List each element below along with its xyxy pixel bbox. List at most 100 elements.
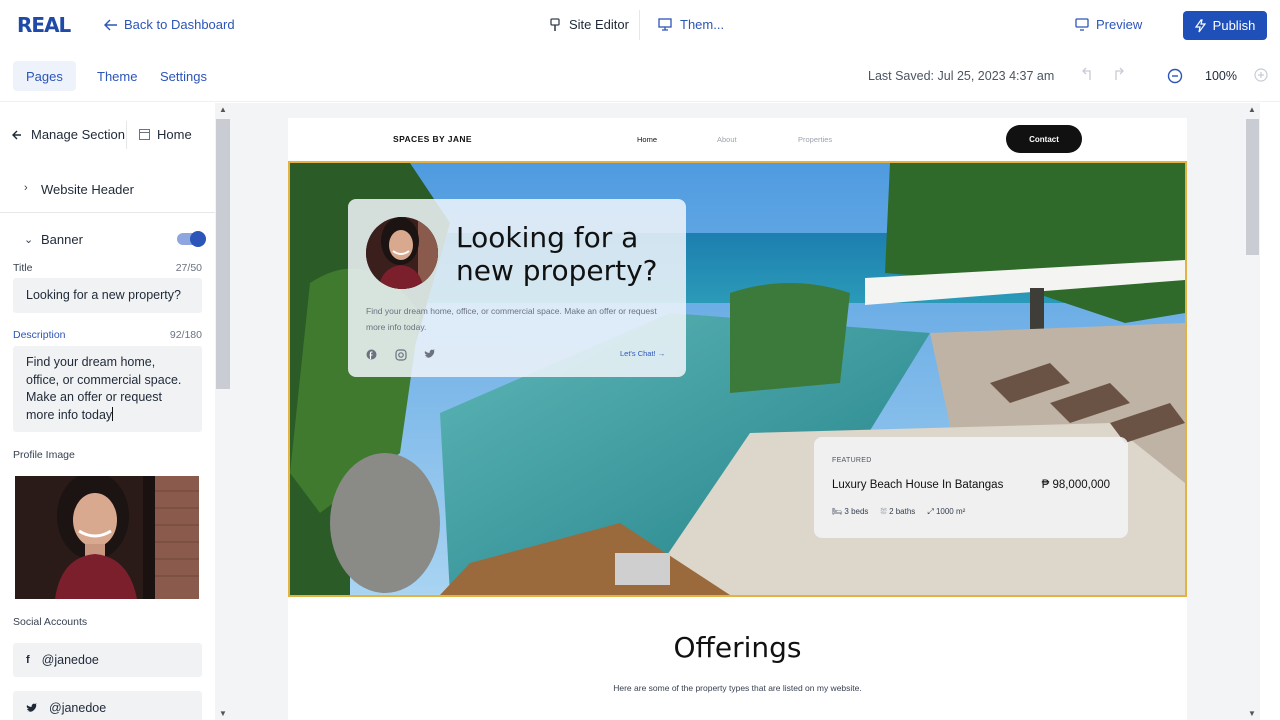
description-field-label: Description: [13, 329, 66, 341]
editor-toolbar: Pages Theme Settings Last Saved: Jul 25,…: [0, 52, 1280, 102]
manage-section-back[interactable]: Manage Section: [12, 127, 125, 142]
banner-section-row[interactable]: ⌄ Banner: [0, 226, 215, 254]
social-input-twitter[interactable]: @janedoe: [13, 691, 202, 720]
lets-chat-link[interactable]: Let's Chat! →: [620, 349, 665, 358]
text-caret: [112, 406, 114, 421]
publish-label: Publish: [1212, 18, 1256, 33]
back-to-dashboard-link[interactable]: Back to Dashboard: [104, 17, 235, 32]
twitter-icon: [26, 703, 37, 712]
theme-editor-label: Them...: [680, 17, 725, 32]
toggle-knob: [190, 231, 206, 247]
section-editor-panel: Manage Section Home › Website Header ⌄ B…: [0, 103, 215, 720]
undo-button[interactable]: [1082, 67, 1096, 85]
facebook-icon[interactable]: [366, 349, 377, 363]
website-header-label: Website Header: [41, 182, 134, 197]
social-input-facebook[interactable]: f @janedoe: [13, 643, 202, 677]
page-breadcrumb[interactable]: Home: [139, 127, 192, 142]
profile-image[interactable]: [15, 476, 199, 599]
page-icon: [139, 129, 150, 140]
description-char-count: 92/180: [169, 329, 202, 341]
banner-section[interactable]: Looking for a new property? Find your dr…: [288, 161, 1187, 597]
zoom-out-button[interactable]: [1167, 68, 1183, 89]
twitter-icon[interactable]: [424, 349, 435, 362]
offerings-subtitle: Here are some of the property types that…: [613, 683, 862, 693]
featured-property-card[interactable]: FEATURED Luxury Beach House In Batangas …: [814, 437, 1128, 538]
top-bar: REAL Back to Dashboard Site Editor Them.…: [0, 0, 1280, 52]
title-field-label: Title: [13, 262, 33, 274]
arrow-left-icon: [104, 19, 117, 30]
featured-price: ₱ 98,000,000: [1041, 479, 1110, 491]
manage-section-label: Manage Section: [31, 127, 125, 142]
banner-label: Banner: [41, 232, 83, 247]
nav-home[interactable]: Home: [637, 135, 657, 144]
baths-value: 2 baths: [889, 507, 916, 516]
zoom-level: 100%: [1205, 69, 1237, 83]
plus-circle-icon: [1254, 68, 1268, 82]
chevron-right-icon: ›: [24, 182, 28, 194]
logo: REAL: [17, 13, 71, 37]
scroll-up-icon[interactable]: ▲: [219, 105, 227, 114]
zoom-in-button[interactable]: [1254, 68, 1268, 87]
site-editor-label: Site Editor: [569, 17, 629, 32]
canvas-scroll-thumb[interactable]: [1246, 119, 1259, 255]
banner-avatar: [366, 217, 438, 289]
description-textarea[interactable]: Find your dream home, office, or commerc…: [13, 346, 202, 432]
canvas-scrollbar[interactable]: ▲ ▼: [1245, 103, 1260, 720]
featured-name: Luxury Beach House In Batangas: [832, 479, 1004, 491]
nav-properties[interactable]: Properties: [798, 135, 832, 144]
redo-icon: [1115, 67, 1124, 80]
chevron-down-icon: ⌄: [24, 234, 34, 246]
social-accounts-label: Social Accounts: [13, 616, 88, 628]
banner-toggle[interactable]: [177, 231, 206, 247]
title-char-count: 27/50: [175, 262, 202, 274]
preview-label: Preview: [1096, 17, 1143, 32]
banner-description[interactable]: Find your dream home, office, or commerc…: [366, 303, 666, 335]
social-handle: @janedoe: [41, 653, 99, 667]
divider: [639, 10, 640, 40]
sidebar-scroll-thumb[interactable]: [216, 119, 230, 389]
contact-button[interactable]: Contact: [1006, 125, 1082, 153]
facebook-icon: f: [26, 654, 30, 666]
avatar-photo: [366, 217, 438, 289]
website-header-row[interactable]: › Website Header: [0, 169, 215, 213]
scroll-up-icon[interactable]: ▲: [1248, 105, 1256, 114]
preview-button[interactable]: Preview: [1075, 17, 1142, 32]
site-nav: SPACES BY JANE Home About Properties Con…: [288, 118, 1187, 161]
scroll-down-icon[interactable]: ▼: [219, 709, 227, 718]
tab-theme[interactable]: Theme: [84, 61, 150, 91]
scroll-down-icon[interactable]: ▼: [1248, 709, 1256, 718]
tab-settings[interactable]: Settings: [147, 61, 220, 91]
publish-button[interactable]: Publish: [1183, 11, 1267, 40]
arrow-left-icon: [12, 130, 21, 139]
featured-specs: 🛏︎ 3 beds ⛆ 2 baths ⤢ 1000 m²: [832, 507, 965, 517]
site-preview: SPACES BY JANE Home About Properties Con…: [288, 118, 1187, 720]
beds-value: 3 beds: [844, 507, 869, 516]
bath-icon: ⛆: [880, 507, 887, 516]
undo-icon: [1082, 67, 1091, 80]
banner-title[interactable]: Looking for a new property?: [456, 221, 676, 287]
sidebar-scrollbar[interactable]: ▲ ▼: [215, 103, 231, 720]
monitor-icon: [1075, 18, 1089, 31]
nav-about[interactable]: About: [717, 135, 737, 144]
minus-circle-icon: [1167, 68, 1183, 84]
social-handle: @janedoe: [49, 701, 107, 715]
back-label: Back to Dashboard: [124, 17, 235, 32]
redo-button[interactable]: [1110, 67, 1124, 85]
title-input[interactable]: Looking for a new property?: [13, 278, 202, 313]
site-brand: SPACES BY JANE: [393, 134, 472, 144]
theme-editor-tab[interactable]: Them...: [658, 17, 724, 32]
expand-icon: ⤢: [927, 507, 934, 516]
instagram-icon[interactable]: [395, 349, 407, 364]
preview-canvas: SPACES BY JANE Home About Properties Con…: [231, 103, 1245, 720]
offerings-title: Offerings: [673, 631, 802, 664]
featured-tag: FEATURED: [832, 457, 872, 464]
site-editor-tab[interactable]: Site Editor: [549, 17, 629, 32]
tab-pages[interactable]: Pages: [13, 61, 76, 91]
monitor-icon: [658, 18, 672, 31]
last-saved-text: Last Saved: Jul 25, 2023 4:37 am: [868, 69, 1055, 83]
lightning-icon: [1194, 18, 1206, 32]
beds-spec: 🛏︎ 3 beds: [832, 507, 868, 517]
profile-photo: [15, 476, 199, 599]
home-label: Home: [157, 127, 192, 142]
area-spec: ⤢ 1000 m²: [927, 507, 965, 517]
